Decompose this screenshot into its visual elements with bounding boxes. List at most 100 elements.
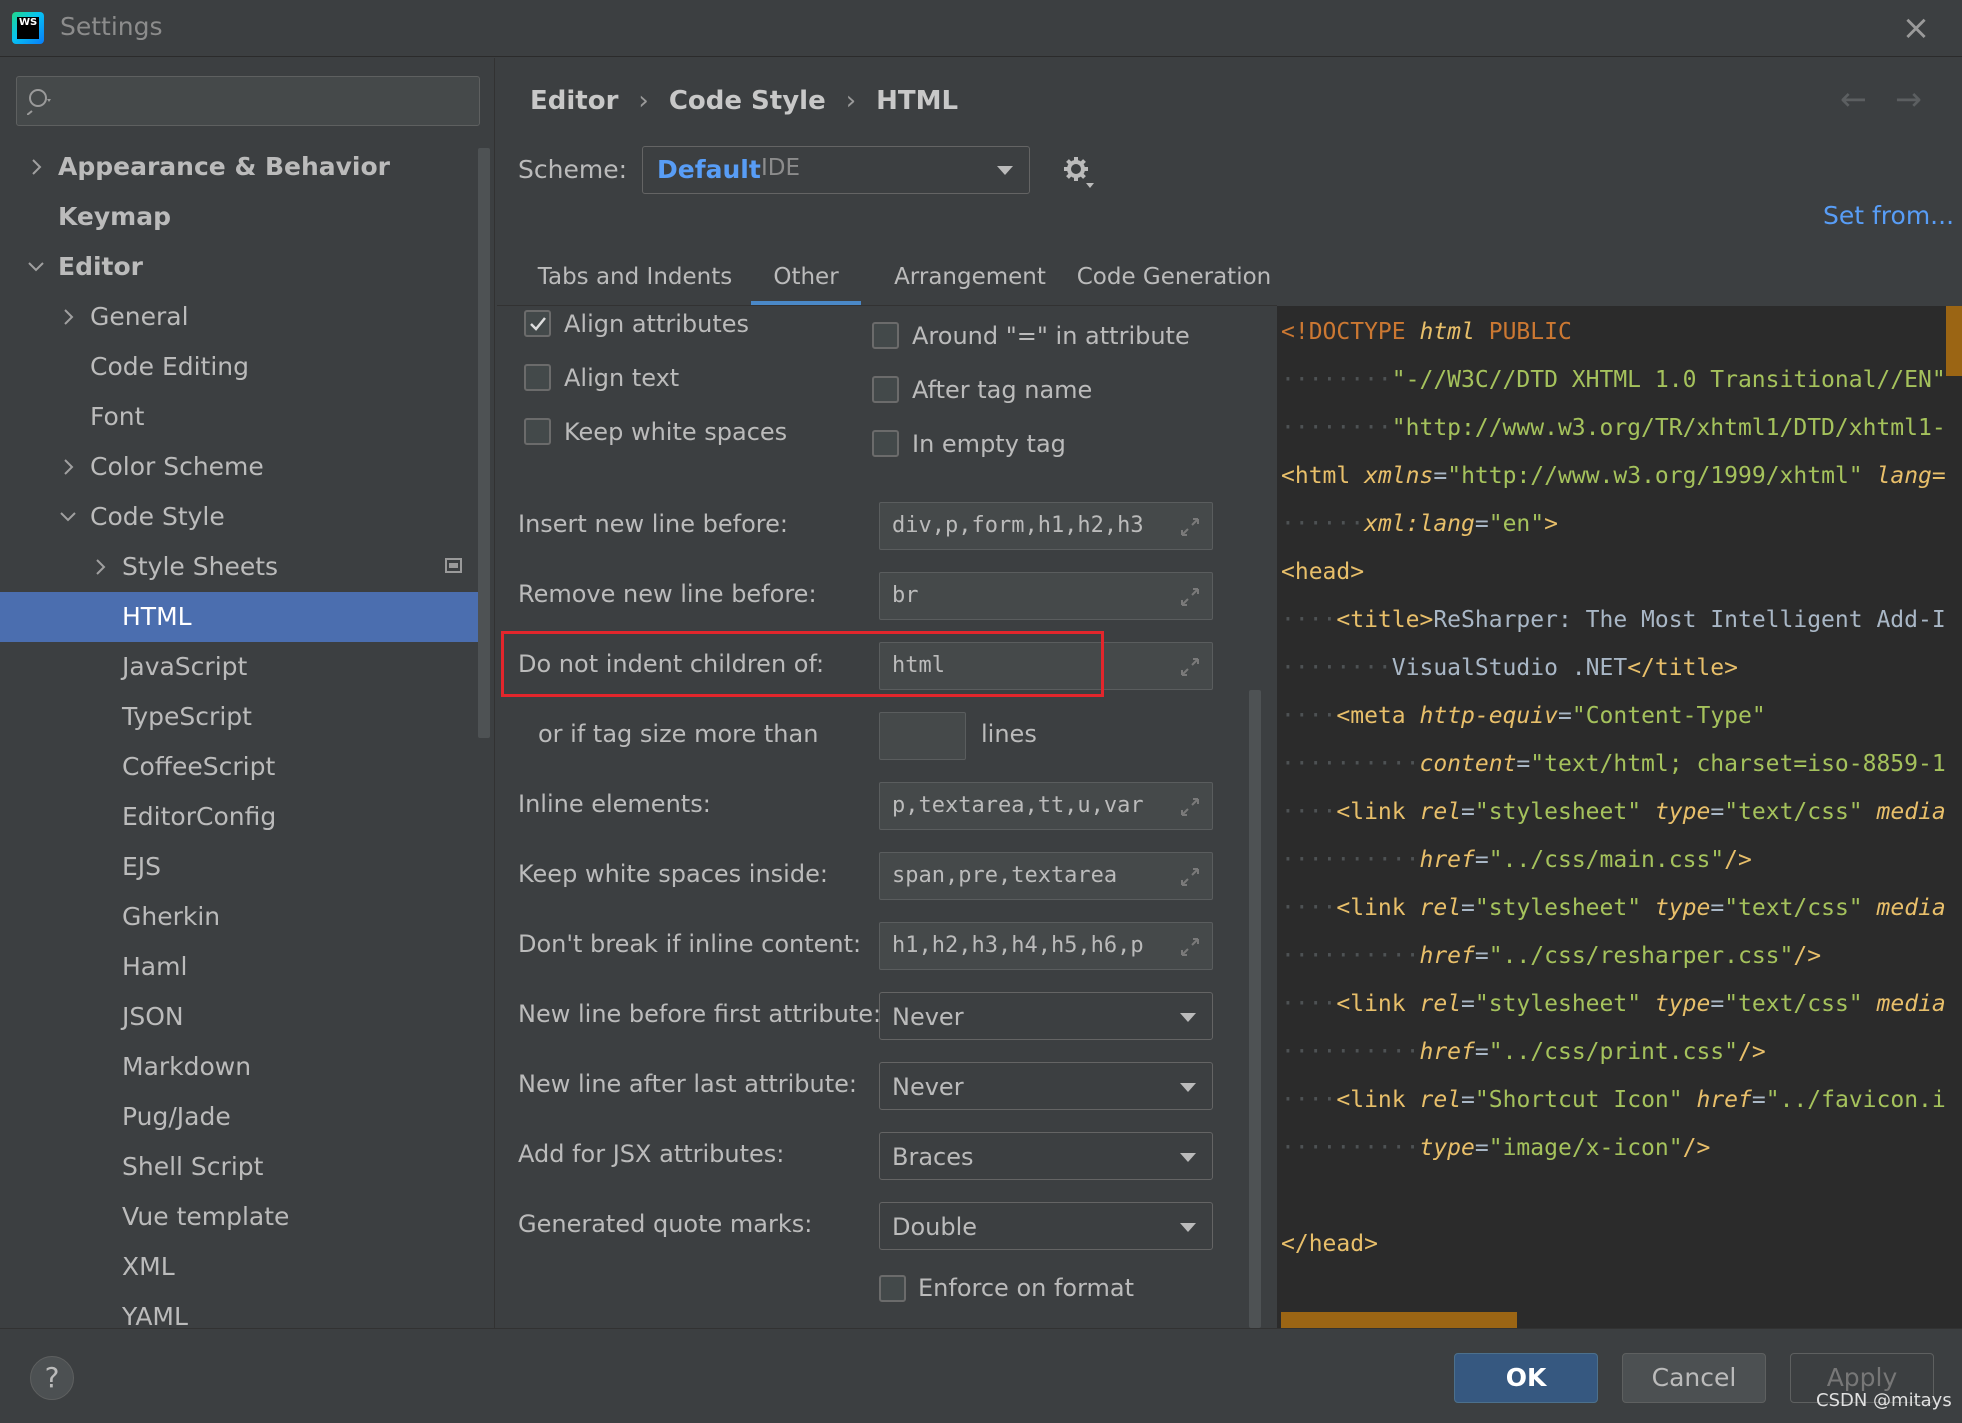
remove-new-line-before-field[interactable]: br <box>879 572 1213 620</box>
code-token: "stylesheet" <box>1474 895 1642 921</box>
align-attributes-checkbox[interactable] <box>524 310 551 337</box>
tree-item-ejs[interactable]: EJS <box>0 842 478 892</box>
expand-icon[interactable] <box>1178 865 1202 889</box>
ok-button[interactable]: OK <box>1454 1353 1598 1403</box>
tree-item-label: Code Style <box>90 502 225 531</box>
align-text-checkbox[interactable] <box>524 364 551 391</box>
whitespace-dots: ···· <box>1281 607 1337 633</box>
chevron-right-icon[interactable] <box>26 142 46 192</box>
enforce-on-format-checkbox[interactable] <box>879 1275 906 1302</box>
preview-horizontal-scrollbar[interactable] <box>1281 1312 1517 1328</box>
tree-item-color-scheme[interactable]: Color Scheme <box>0 442 478 492</box>
scheme-dropdown[interactable]: Default IDE <box>642 146 1030 194</box>
tree-item-markdown[interactable]: Markdown <box>0 1042 478 1092</box>
tree-item-code-style[interactable]: Code Style <box>0 492 478 542</box>
back-arrow-icon[interactable]: ← <box>1840 80 1867 118</box>
gear-icon[interactable] <box>1062 155 1094 189</box>
tree-item-general[interactable]: General <box>0 292 478 342</box>
tree-item-coffeescript[interactable]: CoffeeScript <box>0 742 478 792</box>
tree-item-code-editing[interactable]: Code Editing <box>0 342 478 392</box>
tree-item-typescript[interactable]: TypeScript <box>0 692 478 742</box>
code-line: ····<link rel="Shortcut Icon" href="../f… <box>1281 1087 1946 1113</box>
tree-item-xml[interactable]: XML <box>0 1242 478 1292</box>
jsx-attributes-dropdown[interactable]: Braces <box>879 1132 1213 1180</box>
tab-other[interactable]: Other <box>751 252 861 306</box>
code-token: <link <box>1336 1087 1406 1113</box>
code-line: ··········type="image/x-icon"/> <box>1281 1135 1711 1161</box>
insert-new-line-before-field[interactable]: div,p,form,h1,h2,h3 <box>879 502 1213 550</box>
expand-icon[interactable] <box>1178 935 1202 959</box>
tree-item-html[interactable]: HTML <box>0 592 478 642</box>
quote-marks-dropdown[interactable]: Double <box>879 1202 1213 1250</box>
new-line-before-first-attr-dropdown[interactable]: Never <box>879 992 1213 1040</box>
chevron-right-icon[interactable] <box>58 292 78 342</box>
expand-icon[interactable] <box>1178 585 1202 609</box>
tab-arrangement[interactable]: Arrangement <box>875 252 1065 306</box>
expand-icon[interactable] <box>1178 795 1202 819</box>
code-token: "text/css" <box>1724 895 1863 921</box>
around-equals-label: Around "=" in attribute <box>912 322 1190 350</box>
code-token: = <box>1557 703 1572 729</box>
keep-white-spaces-checkbox[interactable] <box>524 418 551 445</box>
tree-item-pug-jade[interactable]: Pug/Jade <box>0 1092 478 1142</box>
set-from-link[interactable]: Set from... <box>1823 201 1954 230</box>
new-line-after-last-attr-dropdown[interactable]: Never <box>879 1062 1213 1110</box>
code-token: /> <box>1724 847 1752 873</box>
inline-elements-field[interactable]: p,textarea,tt,u,var <box>879 782 1213 830</box>
tree-item-vue-template[interactable]: Vue template <box>0 1192 478 1242</box>
after-tag-name-checkbox[interactable] <box>872 376 899 403</box>
help-button[interactable]: ? <box>30 1356 74 1400</box>
code-token: href <box>1419 1039 1475 1065</box>
expand-icon[interactable] <box>1178 655 1202 679</box>
lines-label: lines <box>981 720 1037 748</box>
tree-item-json[interactable]: JSON <box>0 992 478 1042</box>
code-token: > <box>1544 511 1558 537</box>
tree-item-label: TypeScript <box>122 702 252 731</box>
code-token: <link <box>1336 799 1406 825</box>
preview-vertical-scrollbar[interactable] <box>1946 306 1962 376</box>
code-line: <html xmlns="http://www.w3.org/1999/xhtm… <box>1281 452 1946 500</box>
code-token: "stylesheet" <box>1474 991 1642 1017</box>
tree-item-gherkin[interactable]: Gherkin <box>0 892 478 942</box>
expand-icon[interactable] <box>1178 515 1202 539</box>
forward-arrow-icon[interactable]: → <box>1895 80 1922 118</box>
code-token: "image/x-icon" <box>1488 1135 1683 1161</box>
cancel-button[interactable]: Cancel <box>1622 1353 1766 1403</box>
chevron-right-icon[interactable] <box>58 442 78 492</box>
tree-item-appearance-behavior[interactable]: Appearance & Behavior <box>0 142 478 192</box>
chevron-right-icon[interactable] <box>90 542 110 592</box>
tree-item-editorconfig[interactable]: EditorConfig <box>0 792 478 842</box>
tree-item-label: JSON <box>122 1002 184 1031</box>
code-token: PUBLIC <box>1488 319 1572 345</box>
code-token: <link <box>1336 991 1406 1017</box>
whitespace-dots: ···· <box>1281 799 1337 825</box>
code-token: media <box>1876 895 1946 921</box>
tree-item-haml[interactable]: Haml <box>0 942 478 992</box>
around-equals-checkbox[interactable] <box>872 322 899 349</box>
tab-tabs-and-indents[interactable]: Tabs and Indents <box>517 252 753 306</box>
tree-item-font[interactable]: Font <box>0 392 478 442</box>
tree-scrollbar[interactable] <box>478 148 490 738</box>
tree-item-shell-script[interactable]: Shell Script <box>0 1142 478 1192</box>
tree-item-label: Appearance & Behavior <box>58 152 390 181</box>
code-line: ········VisualStudio .NET</title> <box>1281 644 1738 692</box>
tag-size-field[interactable] <box>879 712 966 760</box>
code-line: <!DOCTYPE html PUBLIC <box>1281 308 1572 356</box>
tree-item-keymap[interactable]: Keymap <box>0 192 478 242</box>
search-input[interactable] <box>16 76 480 126</box>
tree-item-editor[interactable]: Editor <box>0 242 478 292</box>
close-icon[interactable]: × <box>1898 10 1934 46</box>
tree-item-label: General <box>90 302 189 331</box>
tree-item-javascript[interactable]: JavaScript <box>0 642 478 692</box>
chevron-down-icon[interactable] <box>58 492 78 542</box>
chevron-down-icon[interactable] <box>26 242 46 292</box>
code-line: </head> <box>1281 1220 1378 1268</box>
options-scrollbar[interactable] <box>1249 690 1261 1328</box>
tab-code-generation[interactable]: Code Generation <box>1069 252 1279 306</box>
tree-item-style-sheets[interactable]: Style Sheets <box>0 542 478 592</box>
in-empty-tag-checkbox[interactable] <box>872 430 899 457</box>
code-token: media <box>1876 991 1946 1017</box>
tree-item-label: XML <box>122 1252 175 1281</box>
keep-white-spaces-inside-field[interactable]: span,pre,textarea <box>879 852 1213 900</box>
dont-break-inline-field[interactable]: h1,h2,h3,h4,h5,h6,p <box>879 922 1213 970</box>
